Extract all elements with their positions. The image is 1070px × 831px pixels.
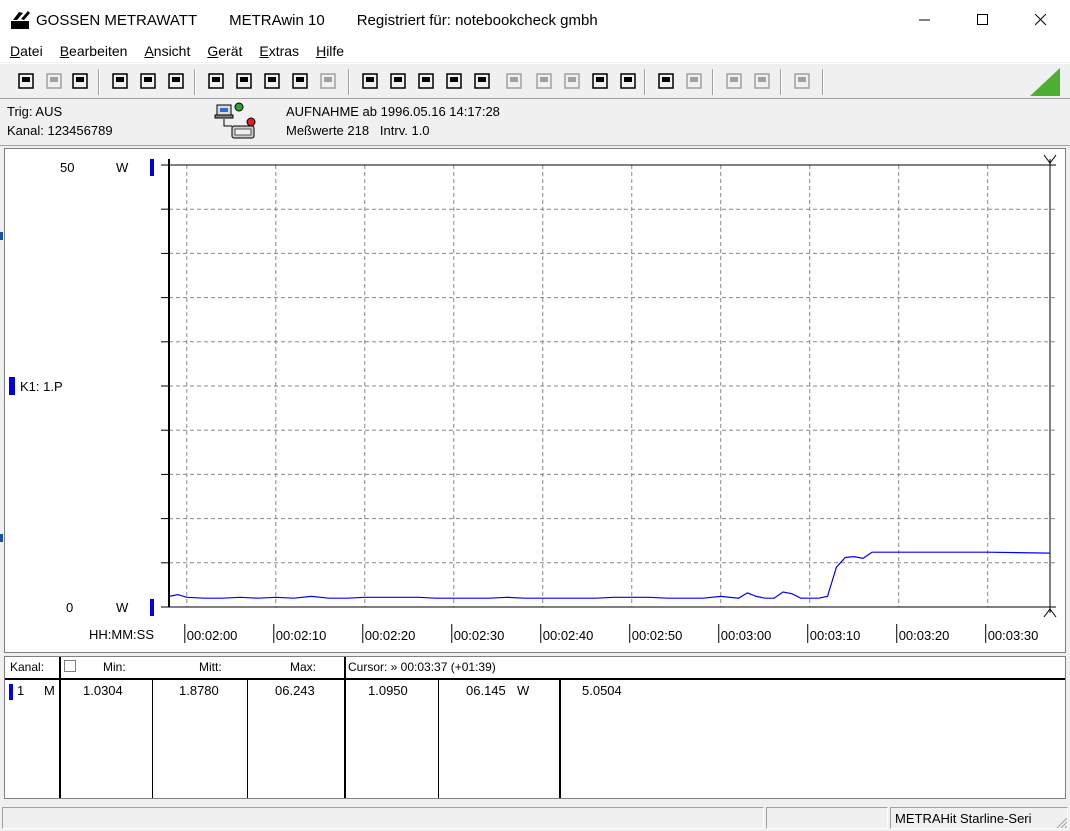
series-line <box>168 551 1051 599</box>
x-tick-label: 00:03:30 <box>988 628 1039 643</box>
printer-disabled-icon <box>684 71 704 91</box>
row-max: 06.243 <box>275 683 315 698</box>
chart-plot-area[interactable]: 00:02:00 00:02:10 00:02:20 00:02:30 00:02:40… <box>5 149 1067 654</box>
toolbar-corner-triangle <box>1030 68 1060 96</box>
recording-start: AUFNAHME ab 1996.05.16 14:17:28 <box>286 104 500 119</box>
device-connect-icon[interactable] <box>110 71 130 91</box>
toolbar-separator <box>822 69 824 95</box>
menu-bar: Datei Bearbeiten Ansicht Gerät Extras Hi… <box>0 40 1070 62</box>
menu-bearbeiten[interactable]: Bearbeiten <box>60 43 128 59</box>
row-channel-marker <box>9 684 13 700</box>
function-icon[interactable] <box>472 71 492 91</box>
trigger-status: Trig: AUS <box>7 104 63 119</box>
row-channel-number: 1 <box>17 683 25 698</box>
row-min: 1.0304 <box>83 683 123 698</box>
list-icon[interactable] <box>416 71 436 91</box>
table-icon[interactable] <box>290 71 310 91</box>
zoom-disabled-2-icon <box>752 71 772 91</box>
select-all-checkbox[interactable] <box>64 660 76 672</box>
row-mitt: 1.8780 <box>179 683 219 698</box>
x-tick-label: 00:02:20 <box>365 628 416 643</box>
status-cell-main <box>2 807 764 829</box>
status-bar: METRAHit Starline-Seri <box>0 805 1070 831</box>
row-mode: M <box>44 683 55 698</box>
toolbar-separator <box>194 69 196 95</box>
header-kanal: Kanal: <box>10 660 45 674</box>
keyboard-icon[interactable] <box>206 71 226 91</box>
menu-hilfe[interactable]: Hilfe <box>316 43 344 59</box>
x-tick-label: 00:02:10 <box>276 628 327 643</box>
menu-ansicht[interactable]: Ansicht <box>144 43 190 59</box>
toolbar-separator <box>348 69 350 95</box>
device-export-icon[interactable] <box>166 71 186 91</box>
row-diff: 5.0504 <box>582 683 622 698</box>
menu-extras[interactable]: Extras <box>259 43 299 59</box>
x-tick-label: 00:02:00 <box>187 628 238 643</box>
x-tick-label: 00:03:20 <box>899 628 950 643</box>
title-bar: GOSSEN METRAWATT METRAwin 10 Registriert… <box>0 0 1070 40</box>
header-mitt: Mitt: <box>199 660 222 674</box>
x-tick-label: 00:03:10 <box>810 628 861 643</box>
device-status: METRAHit Starline-Seri <box>890 807 1068 829</box>
waveform-icon[interactable] <box>234 71 254 91</box>
toolbar-separator <box>712 69 714 95</box>
close-button[interactable] <box>1012 0 1070 40</box>
minimize-icon <box>919 19 930 21</box>
measurement-table: Kanal: Min: Mitt: Max: Cursor: » 00:03:3… <box>4 656 1066 799</box>
device-connection-icon <box>214 102 256 139</box>
crosshair-icon[interactable] <box>262 71 282 91</box>
clock-settings-icon[interactable] <box>618 71 638 91</box>
printer-icon[interactable] <box>656 71 676 91</box>
brand-title: GOSSEN METRAWATT <box>36 11 198 29</box>
minimize-button[interactable] <box>896 0 954 40</box>
header-min: Min: <box>103 660 126 674</box>
toolbar-separator <box>98 69 100 95</box>
app-name: METRAwin 10 <box>229 11 325 29</box>
recording-info: Trig: AUS Kanal: 123456789 AUFNAHME ab 1… <box>0 100 1070 146</box>
monitor-icon[interactable] <box>444 71 464 91</box>
resize-grip-icon[interactable] <box>1054 815 1068 829</box>
row-cursor-value2: 06.145 <box>466 683 506 698</box>
message-disabled-icon <box>792 71 812 91</box>
row-unit: W <box>517 683 530 698</box>
sample-count: Meßwerte 218 Intrv. 1.0 <box>286 123 430 138</box>
edge-mark <box>0 534 3 542</box>
save-icon[interactable] <box>16 71 36 91</box>
plot-panel: 50 W 0 W K1: 1.P HH:MM:SS 00:02:00 00:02:… <box>4 148 1066 653</box>
print-preview-icon[interactable] <box>360 71 380 91</box>
window-icon[interactable] <box>388 71 408 91</box>
toolbar-separator <box>644 69 646 95</box>
menu-geraet[interactable]: Gerät <box>207 43 242 59</box>
menu-datei[interactable]: Datei <box>10 43 43 59</box>
app-logo-icon <box>11 11 30 29</box>
x-tick-label: 00:02:40 <box>543 628 594 643</box>
toolbar <box>0 63 1070 99</box>
x-tick-label: 00:02:50 <box>632 628 683 643</box>
maximize-icon <box>977 14 988 25</box>
zoom-disabled-icon <box>724 71 744 91</box>
row-cursor-value: 1.0950 <box>368 683 408 698</box>
signal-disabled-2-icon <box>562 71 582 91</box>
signal-disabled-icon <box>534 71 554 91</box>
toolbar-separator <box>780 69 782 95</box>
maximize-button[interactable] <box>954 0 1012 40</box>
x-tick-label: 00:02:30 <box>454 628 505 643</box>
status-cell-mid <box>766 807 888 829</box>
channel-status: Kanal: 123456789 <box>7 123 113 138</box>
close-icon <box>1035 14 1047 26</box>
header-cursor: Cursor: » 00:03:37 (+01:39) <box>348 660 496 674</box>
grid-disabled-icon <box>318 71 338 91</box>
edge-mark <box>0 232 3 240</box>
open-folder-icon[interactable] <box>70 71 90 91</box>
header-max: Max: <box>290 660 317 674</box>
registration-text: Registriert für: notebookcheck gmbh <box>356 11 598 29</box>
settings-gear-icon[interactable] <box>590 71 610 91</box>
calculator-disabled-icon <box>504 71 524 91</box>
save-disabled-icon <box>44 71 64 91</box>
device-settings-icon[interactable] <box>138 71 158 91</box>
x-tick-label: 00:03:00 <box>721 628 772 643</box>
